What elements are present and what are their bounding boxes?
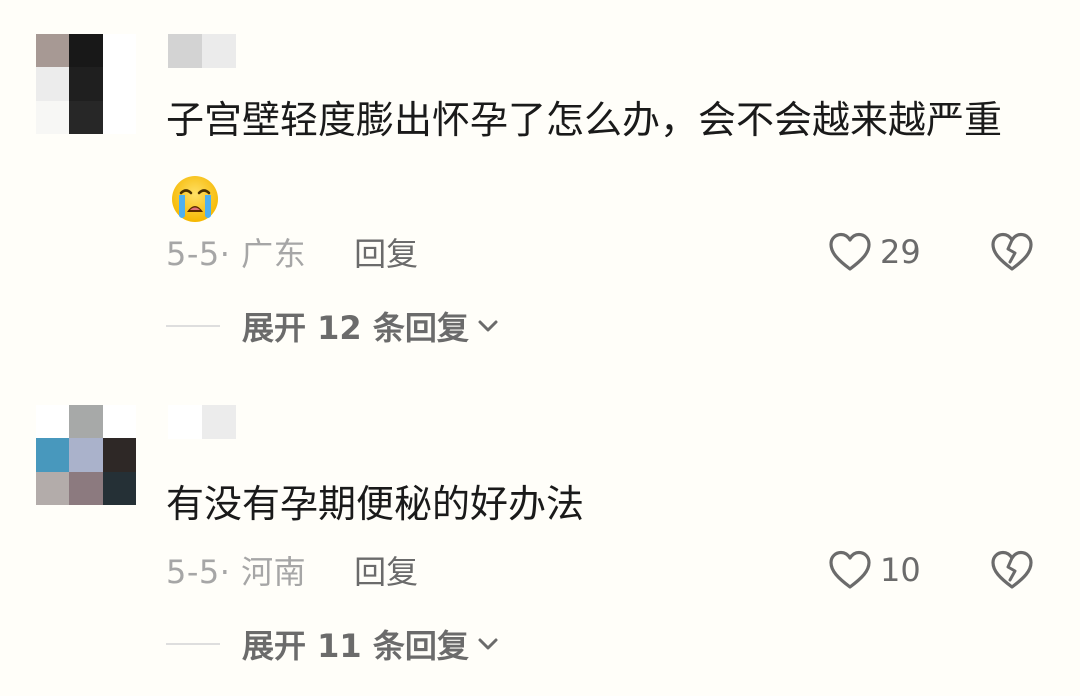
avatar-pixel (36, 405, 70, 439)
expand-replies-label: 展开 11 条回复 (242, 627, 469, 665)
chevron-down-icon (477, 637, 499, 651)
avatar-pixel (69, 471, 103, 505)
avatar-pixel (69, 100, 103, 134)
broken-heart-icon (991, 232, 1033, 271)
dislike-button[interactable] (990, 550, 1034, 590)
reply-button[interactable]: 回复 (354, 547, 418, 593)
comment-text: 有没有孕期便秘的好办法 (166, 464, 1026, 544)
avatar-pixel (69, 67, 103, 101)
avatar-pixel (36, 471, 70, 505)
comment-text-content: 子宫壁轻度膨出怀孕了怎么办，会不会越来越严重 (166, 98, 1003, 142)
username-blurred[interactable] (168, 34, 236, 68)
avatar-pixel (69, 438, 103, 472)
avatar-pixel (69, 405, 103, 439)
reply-button[interactable]: 回复 (354, 229, 418, 275)
chevron-down-icon (477, 319, 499, 333)
date-location: 5-5· 河南 (166, 553, 307, 591)
avatar-pixel (102, 100, 136, 134)
comment-text-content: 有没有孕期便秘的好办法 (166, 482, 585, 526)
like-button[interactable]: 29 (828, 232, 934, 272)
divider-line (166, 325, 220, 327)
avatar-pixel (36, 438, 70, 472)
username-blurred[interactable] (168, 405, 236, 439)
avatar-pixel (36, 67, 70, 101)
avatar-pixel (36, 34, 70, 68)
avatar-pixel (36, 100, 70, 134)
expand-replies-button[interactable]: 展开 12 条回复 (166, 304, 499, 348)
heart-outline-icon (829, 232, 871, 271)
username-pixel (168, 34, 202, 68)
avatar[interactable] (36, 405, 136, 505)
comment-item: 子宫壁轻度膨出怀孕了怎么办，会不会越来越严重 5-5· 广东 回复 29 展开 … (0, 0, 1080, 380)
like-button[interactable]: 10 (828, 550, 934, 590)
avatar-pixel (69, 34, 103, 68)
avatar[interactable] (36, 34, 136, 134)
comment-item: 有没有孕期便秘的好办法 5-5· 河南 回复 10 展开 11 条回复 (0, 380, 1080, 696)
comment-text: 子宫壁轻度膨出怀孕了怎么办，会不会越来越严重 (166, 80, 1026, 240)
comment-meta: 5-5· 河南 回复 10 (166, 548, 1034, 592)
avatar-pixel (102, 34, 136, 68)
username-pixel (202, 34, 236, 68)
expand-replies-label: 展开 12 条回复 (242, 309, 469, 347)
like-count: 10 (880, 551, 921, 589)
divider-line (166, 643, 220, 645)
comment-meta: 5-5· 广东 回复 29 (166, 230, 1034, 274)
avatar-pixel (102, 405, 136, 439)
like-count: 29 (880, 233, 921, 271)
heart-outline-icon (829, 550, 871, 589)
dislike-button[interactable] (990, 232, 1034, 272)
date-location: 5-5· 广东 (166, 235, 307, 273)
avatar-pixel (102, 471, 136, 505)
avatar-pixel (102, 438, 136, 472)
username-pixel (202, 405, 236, 439)
loudly-crying-face-icon (172, 175, 218, 222)
broken-heart-icon (991, 550, 1033, 589)
username-pixel (168, 405, 202, 439)
expand-replies-button[interactable]: 展开 11 条回复 (166, 622, 499, 666)
avatar-pixel (102, 67, 136, 101)
